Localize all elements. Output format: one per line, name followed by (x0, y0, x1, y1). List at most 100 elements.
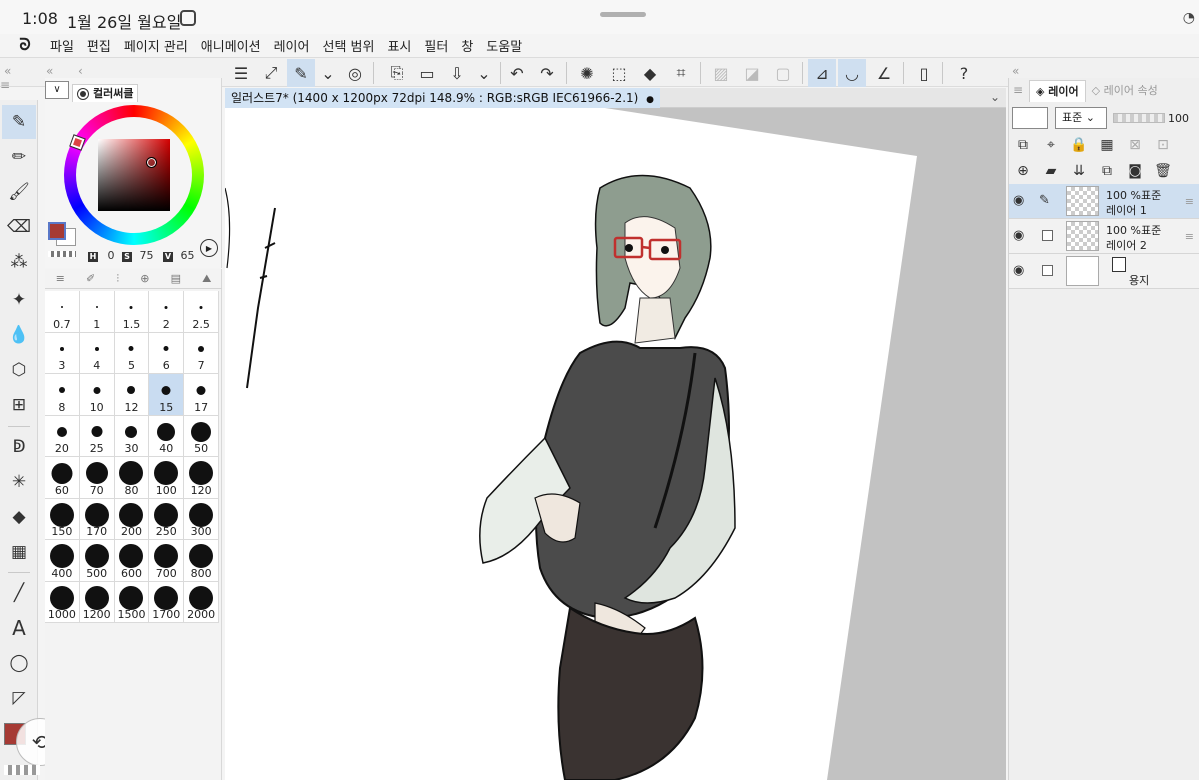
tab-layer-property[interactable]: ◇ 레이어 속성 (1086, 80, 1164, 102)
brush-size-cell[interactable]: 2.5 (184, 291, 219, 333)
new-file-icon[interactable]: ⎘ (383, 59, 411, 87)
brush-size-cell[interactable]: 10 (79, 374, 115, 416)
auto-select-tool-icon[interactable]: ✳ (2, 465, 36, 499)
brush-size-cell[interactable]: 1.5 (114, 291, 150, 333)
eye-icon[interactable]: ◉ (1013, 193, 1024, 208)
saturation-value-square[interactable] (98, 139, 170, 211)
brush-size-cell[interactable]: 20 (45, 415, 80, 457)
brush-size-cell[interactable]: 40 (149, 415, 185, 457)
text-tool-icon[interactable]: A (2, 611, 36, 645)
fill-icon[interactable]: ◆ (636, 59, 664, 87)
brush-size-cell[interactable]: 2 (149, 291, 185, 333)
loading-icon[interactable]: ✺ (573, 59, 601, 87)
brush-size-cell[interactable]: 1700 (149, 581, 185, 623)
collapse-right-icon[interactable]: « (1012, 64, 1019, 78)
chevron-down-icon[interactable]: ⌄ (990, 90, 1000, 104)
undo-icon[interactable]: ↶ (503, 59, 531, 87)
menu-page[interactable]: 페이지 관리 (124, 36, 188, 55)
brush-size-cell[interactable]: 1500 (114, 581, 150, 623)
collapse-left-icon-2[interactable]: « (46, 64, 53, 78)
brush-size-cell[interactable]: 5 (114, 332, 150, 374)
lock-transparency-icon[interactable]: ▦ (1093, 137, 1121, 153)
multitask-handle[interactable] (600, 12, 646, 17)
brush-size-cell[interactable]: 500 (79, 540, 115, 582)
brush-size-cell[interactable]: 8 (45, 374, 80, 416)
ruler-snap-icon[interactable]: ⊿ (808, 59, 836, 87)
canvas-area[interactable]: 일러스트7* (1400 x 1200px 72dpi 148.9% : RGB… (225, 88, 1006, 780)
sv-cursor[interactable] (146, 157, 157, 168)
color-wheel-tab[interactable]: 컬러써클 (72, 84, 139, 102)
brush-size-cell[interactable]: 0.7 (45, 291, 80, 333)
brush-size-cell[interactable]: 7 (184, 332, 219, 374)
transparent-swatch-small[interactable] (48, 251, 76, 257)
layer-row[interactable]: ◉ 100 %표준 레이어 2 ≡ (1009, 219, 1199, 254)
navigator-tab-icon[interactable]: ⛰ (202, 272, 211, 286)
companion-mode-icon[interactable]: ◎ (341, 59, 369, 87)
brush-size-cell[interactable]: 80 (114, 457, 150, 499)
new-folder-icon[interactable]: ▰ (1037, 163, 1065, 179)
delete-layer-icon[interactable]: 🗑 (1149, 163, 1177, 179)
perspective-tool-icon[interactable]: ⊞ (2, 388, 36, 422)
lock-icon[interactable]: 🔒 (1065, 137, 1093, 153)
brush-size-cell[interactable]: 25 (79, 415, 115, 457)
brush-size-cell[interactable]: 800 (184, 540, 219, 582)
brush-size-cell[interactable]: 70 (79, 457, 115, 499)
deselect-icon[interactable]: ▨ (707, 59, 735, 87)
sub-tool-detail-tab-icon[interactable]: ⫶ (116, 272, 119, 286)
transfer-down-icon[interactable]: ⇊ (1065, 163, 1093, 179)
hamburger-menu-icon[interactable]: ☰ (227, 59, 255, 87)
fill-tool-icon[interactable]: ◆ (2, 500, 36, 534)
new-raster-layer-icon[interactable]: ⊕ (1009, 163, 1037, 179)
brush-size-cell[interactable]: 700 (149, 540, 185, 582)
collapse-left-icon[interactable]: « (4, 64, 11, 78)
menu-view[interactable]: 표시 (387, 36, 411, 55)
app-logo-icon[interactable]: ᘐ (0, 35, 50, 55)
transform-icon[interactable]: ⌗ (667, 59, 695, 87)
layer-row[interactable]: ◉ ✎ 100 %표준 레이어 1 ≡ (1009, 184, 1199, 219)
brush-snap-icon[interactable]: ◡ (838, 59, 866, 87)
lighthouse-icon[interactable]: ⌖ (1037, 137, 1065, 153)
3d-object-tool-icon[interactable]: ⬡ (2, 353, 36, 387)
menu-window[interactable]: 창 (461, 36, 473, 55)
brush-size-cell[interactable]: 3 (45, 332, 80, 374)
brush-tool-icon[interactable]: 🖌 (2, 175, 36, 209)
invert-selection-icon[interactable]: ◪ (738, 59, 766, 87)
canvas-artwork[interactable] (225, 108, 1006, 780)
brush-size-cell[interactable]: 600 (114, 540, 150, 582)
opacity-slider[interactable] (1113, 113, 1165, 123)
collapse-left-icon-3[interactable]: ‹ (78, 64, 83, 78)
line-tool-icon[interactable]: ╱ (2, 576, 36, 610)
eye-icon[interactable]: ◉ (1013, 228, 1024, 243)
brush-size-cell[interactable]: 100 (149, 457, 185, 499)
brush-size-cell[interactable]: 6 (149, 332, 185, 374)
brush-size-cell[interactable]: 15 (149, 374, 185, 416)
play-icon[interactable]: ▶ (200, 239, 218, 257)
quick-access-icon[interactable]: ✎ (287, 59, 315, 87)
brush-size-cell[interactable]: 400 (45, 540, 80, 582)
pen-tool-icon[interactable]: ✎ (2, 105, 36, 139)
menu-edit[interactable]: 편집 (87, 36, 111, 55)
merge-layer-icon[interactable]: ⧉ (1093, 163, 1121, 179)
brush-size-cell[interactable]: 50 (184, 415, 219, 457)
brush-size-cell[interactable]: 200 (114, 498, 150, 540)
frame-tool-icon[interactable]: ◸ (2, 681, 36, 715)
brush-size-cell[interactable]: 1000 (45, 581, 80, 623)
ruler-icon[interactable]: ∠ (870, 59, 898, 87)
chevron-down-icon[interactable]: ⌄ (314, 59, 342, 87)
brush-size-cell[interactable]: 12 (114, 374, 150, 416)
fit-screen-icon[interactable]: ⤢ (257, 59, 285, 87)
transparent-color-swatch[interactable] (4, 765, 40, 775)
material-tab-icon[interactable]: ▤ (171, 272, 181, 285)
tab-layer[interactable]: ◈ 레이어 (1029, 80, 1086, 102)
gradient-tool-icon[interactable]: ▦ (2, 535, 36, 569)
clear-icon[interactable]: ⬚ (605, 59, 633, 87)
drag-handle-icon[interactable]: ≡ (1185, 195, 1194, 208)
brush-size-cell[interactable]: 1 (79, 291, 115, 333)
reference-layer-icon[interactable]: ⧉ (1009, 137, 1037, 153)
brush-size-cell[interactable]: 300 (184, 498, 219, 540)
brush-size-cell[interactable]: 30 (114, 415, 150, 457)
brush-size-cell[interactable]: 150 (45, 498, 80, 540)
blend-mode-select[interactable]: 표준 ⌄ (1055, 107, 1107, 129)
foreground-color-swatch[interactable] (48, 222, 66, 240)
edit-checkbox[interactable] (1042, 265, 1053, 276)
